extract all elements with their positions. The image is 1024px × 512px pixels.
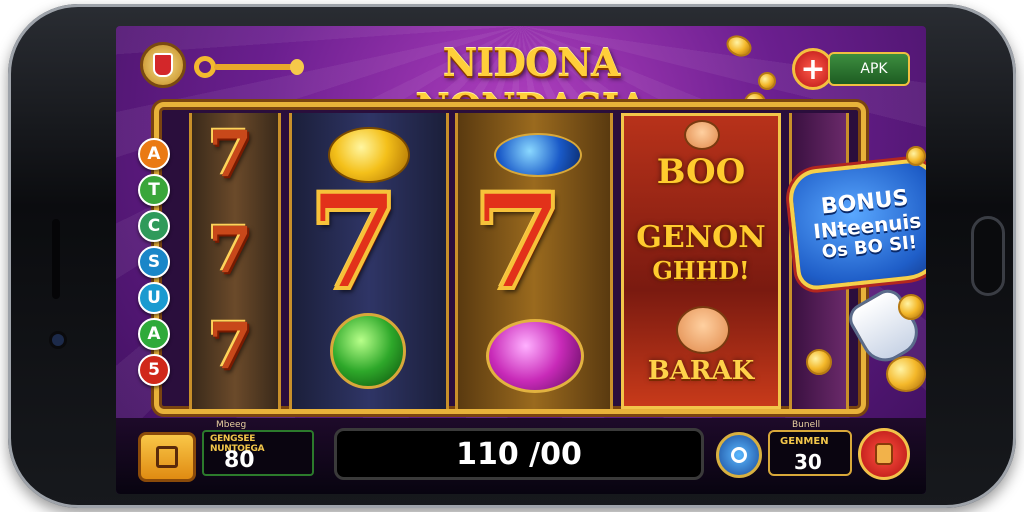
seven-symbol: 7 — [470, 163, 566, 322]
character-face-icon — [676, 306, 730, 354]
boo-text: BOO — [656, 152, 746, 192]
side-letter-column: A T C S U A 5 — [138, 138, 178, 390]
bonus-badge[interactable]: BONUS INteenuis Os BO SI! — [786, 156, 926, 292]
side-letter: 5 — [138, 354, 170, 386]
bet-header: GENMEN — [780, 436, 829, 447]
autospin-icon — [731, 447, 747, 463]
coin-icon — [758, 72, 776, 90]
phone-frame: NIDONA NONDASIA + APK 7 7 7 7 7 — [8, 4, 1016, 508]
ghhd-text: GHHD! — [652, 256, 750, 285]
key-icon — [194, 56, 304, 78]
barak-text: BARAK — [647, 356, 755, 386]
autospin-button[interactable] — [716, 432, 762, 478]
side-letter: S — [138, 246, 170, 278]
balance-small-label: Mbeeg — [216, 420, 247, 430]
side-letter: T — [138, 174, 170, 206]
pink-gem-icon — [486, 319, 584, 393]
side-letter: U — [138, 282, 170, 314]
coin-icon — [898, 294, 924, 320]
shield-emblem-icon[interactable] — [140, 42, 186, 88]
bet-display[interactable]: GENMEN 30 — [768, 430, 852, 476]
seven-symbol: 7 — [208, 117, 253, 192]
home-button[interactable] — [971, 216, 1005, 296]
game-screen: NIDONA NONDASIA + APK 7 7 7 7 7 — [116, 26, 926, 494]
bet-small-label: Bunell — [792, 420, 821, 430]
win-display: 110 /00 — [334, 428, 704, 480]
seven-symbol: 7 — [208, 213, 253, 288]
spin-icon — [875, 443, 893, 465]
reel-2: 7 — [289, 113, 449, 409]
back-button[interactable] — [138, 432, 196, 482]
coin-icon — [806, 349, 832, 375]
spin-button[interactable] — [858, 428, 910, 480]
bet-value: 30 — [794, 450, 822, 474]
green-gem-icon — [330, 313, 406, 389]
reel-1: 7 7 7 — [189, 113, 281, 409]
balance-value: 80 — [224, 448, 255, 473]
devil-face-icon — [684, 120, 720, 150]
seven-symbol: 7 — [208, 309, 253, 384]
genon-text: GENON — [636, 220, 766, 255]
speaker-grille — [52, 219, 60, 299]
back-icon — [156, 446, 178, 468]
reels-frame: 7 7 7 7 7 BOO GENON GHHD! BARAK — [154, 102, 866, 414]
side-letter: A — [138, 318, 170, 350]
coin-icon — [906, 146, 926, 166]
reel-4-feature: BOO GENON GHHD! BARAK — [621, 113, 781, 409]
side-letter: C — [138, 210, 170, 242]
seven-symbol: 7 — [306, 163, 402, 322]
front-camera — [52, 334, 64, 346]
balance-display: GENGSEE NUNTOEGA 80 — [202, 430, 314, 476]
apk-button[interactable]: APK — [828, 52, 910, 86]
reel-3: 7 — [455, 113, 613, 409]
coin-icon — [886, 356, 926, 392]
side-letter: A — [138, 138, 170, 170]
